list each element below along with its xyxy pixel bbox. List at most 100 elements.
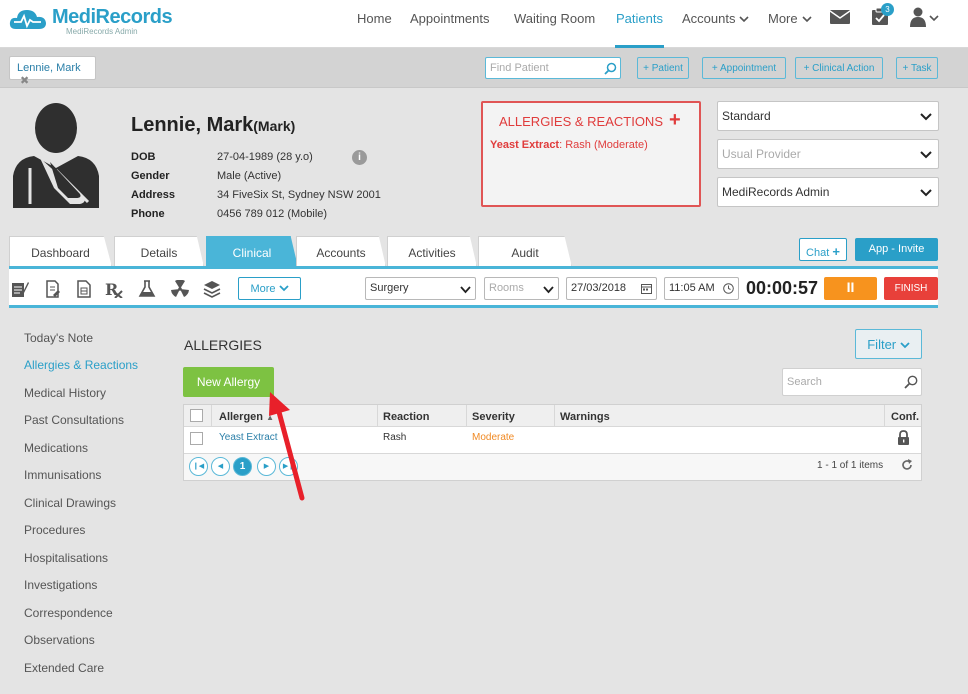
select-all-checkbox[interactable] [190,409,203,422]
first-page-icon[interactable]: ❙◀ [189,457,208,476]
allergy-search-placeholder: Search [787,376,822,388]
row-checkbox[interactable] [190,432,203,445]
lab-flask-icon[interactable] [138,280,156,298]
add-task-button[interactable]: + Task [896,57,938,79]
toolbar-more-label: More [250,283,276,295]
nav-home[interactable]: Home [357,11,392,26]
column-divider [554,405,555,427]
nav-patients[interactable]: Patients [616,11,663,26]
sidebar-item-observations[interactable]: Observations [24,633,95,647]
add-allergy-plus-icon[interactable]: + [669,109,681,132]
sidebar-item-procedures[interactable]: Procedures [24,523,85,537]
chat-button[interactable]: Chat + [799,238,847,261]
column-header-severity[interactable]: Severity [472,411,515,423]
app-invite-button[interactable]: App - Invite [855,238,938,261]
find-patient-input[interactable]: Find Patient [485,57,621,79]
tab-clinical[interactable]: Clinical [206,236,298,267]
patient-name: Lennie, Mark(Mark) [131,114,295,137]
nav-accounts-label: Accounts [682,11,736,26]
add-patient-button[interactable]: + Patient [637,57,689,79]
cloud-heartbeat-logo-icon [9,10,46,29]
tab-dashboard[interactable]: Dashboard [9,236,112,267]
sidebar-item-investigations[interactable]: Investigations [24,578,97,592]
chevron-down-icon [739,16,750,23]
severity-cell: Moderate [472,432,515,443]
dob-label: DOB [131,151,156,163]
location-select[interactable]: Surgery [365,277,476,300]
add-appointment-button[interactable]: + Appointment [702,57,786,79]
user-profile-icon[interactable] [909,7,927,27]
sidebar-item-medications[interactable]: Medications [24,441,88,455]
sidebar-item-todays-note[interactable]: Today's Note [24,331,93,345]
refresh-icon[interactable] [901,459,913,471]
calculator-document-icon[interactable] [75,280,93,298]
chevron-down-icon [920,189,932,197]
prescription-rx-icon[interactable]: R [105,280,123,298]
column-header-warnings[interactable]: Warnings [560,411,610,423]
column-divider [377,405,378,427]
time-input[interactable]: 11:05 AM [664,277,739,300]
filter-button[interactable]: Filter [855,329,922,359]
sidebar-item-extended-care[interactable]: Extended Care [24,661,104,675]
clinical-notes-icon[interactable] [11,280,29,298]
finish-button[interactable]: FINISH [884,277,938,300]
app-logo-subtitle: MediRecords Admin [66,27,138,36]
rooms-select[interactable]: Rooms [484,277,559,300]
allergy-summary-detail: : Rash (Moderate) [559,139,648,151]
radiology-icon[interactable] [171,280,189,298]
column-header-reaction[interactable]: Reaction [383,411,429,423]
find-patient-placeholder: Find Patient [490,62,549,74]
sidebar-item-correspondence[interactable]: Correspondence [24,606,113,620]
chevron-down-icon[interactable] [929,14,939,22]
page-number-current[interactable]: 1 [233,457,252,476]
info-icon[interactable]: i [352,150,367,165]
sidebar-item-past-consultations[interactable]: Past Consultations [24,413,124,427]
calendar-icon[interactable] [641,283,652,294]
appointment-type-select[interactable]: Standard [717,101,939,131]
layers-stack-icon[interactable] [203,280,221,298]
sidebar-item-hospitalisations[interactable]: Hospitalisations [24,551,108,565]
toolbar-more-button[interactable]: More [238,277,301,300]
usual-provider-select[interactable]: Usual Provider [717,139,939,169]
tab-audit[interactable]: Audit [478,236,572,267]
time-value: 11:05 AM [669,282,715,294]
allergy-search-input[interactable]: Search [782,368,922,396]
tab-details[interactable]: Details [114,236,204,267]
nav-accounts-dropdown[interactable]: Accounts [682,11,750,26]
sidebar-item-medical-history[interactable]: Medical History [24,386,106,400]
patient-preferred-name: (Mark) [253,118,296,134]
pause-button[interactable]: II [824,277,877,300]
chevron-down-icon [900,342,910,349]
plus-icon: + [832,244,840,259]
patient-avatar-arm-sling-icon [13,103,99,208]
nav-more-dropdown[interactable]: More [768,11,812,26]
nav-appointments[interactable]: Appointments [410,11,490,26]
nav-waiting-room[interactable]: Waiting Room [514,11,595,26]
reaction-cell: Rash [383,432,407,443]
filter-label: Filter [867,337,897,352]
add-clinical-action-button[interactable]: + Clinical Action [795,57,883,79]
app-logo-title[interactable]: MediRecords [52,6,173,29]
task-count-badge: 3 [881,3,894,16]
document-edit-icon[interactable] [44,280,62,298]
column-divider [211,405,212,427]
lock-icon[interactable] [897,430,910,445]
mail-icon[interactable] [830,9,850,25]
new-allergy-button[interactable]: New Allergy [183,367,274,397]
location-value: Surgery [370,282,409,294]
search-icon[interactable] [904,375,918,389]
date-input[interactable]: 27/03/2018 [566,277,657,300]
date-value: 27/03/2018 [571,282,627,294]
sidebar-item-allergies-reactions[interactable]: Allergies & Reactions [24,358,138,372]
tab-activities[interactable]: Activities [387,236,477,267]
sidebar-item-immunisations[interactable]: Immunisations [24,468,101,482]
tab-accounts[interactable]: Accounts [296,236,386,267]
open-patient-tab[interactable]: Lennie, Mark ✖ [9,56,96,87]
previous-page-icon[interactable]: ◀ [211,457,230,476]
search-icon[interactable] [604,62,617,75]
sidebar-item-clinical-drawings[interactable]: Clinical Drawings [24,496,116,510]
close-icon[interactable]: ✖ [20,75,29,87]
clock-icon[interactable] [723,283,734,294]
column-header-confidential[interactable]: Conf. [891,411,919,423]
practitioner-select[interactable]: MediRecords Admin [717,177,939,207]
